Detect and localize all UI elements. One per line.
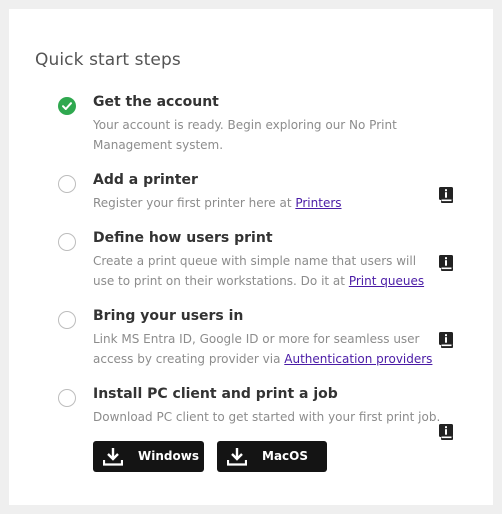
step-description: Link MS Entra ID, Google ID or more for …	[93, 329, 433, 369]
step-description: Download PC client to get started with y…	[93, 410, 441, 424]
step-title: Bring your users in	[93, 308, 244, 324]
step-title: Install PC client and print a job	[93, 386, 338, 402]
step-description-text: Register your first printer here at	[93, 196, 296, 210]
step-title: Define how users print	[93, 230, 273, 246]
empty-circle-icon[interactable]	[58, 389, 76, 407]
macos-label: MacOS	[262, 449, 308, 463]
book-info-icon[interactable]	[439, 424, 453, 440]
book-info-icon[interactable]	[439, 332, 453, 348]
step-description: Your account is ready. Begin exploring o…	[93, 118, 397, 152]
empty-circle-icon[interactable]	[58, 233, 76, 251]
book-info-icon[interactable]	[439, 255, 453, 271]
authentication-providers-link[interactable]: Authentication providers	[284, 352, 432, 366]
download-icon	[227, 448, 247, 466]
download-icon	[103, 448, 123, 466]
quick-start-card: Quick start steps Get the account Your a…	[9, 9, 493, 505]
download-macos-button[interactable]: MacOS	[217, 441, 327, 472]
book-info-icon[interactable]	[439, 187, 453, 203]
step-description: Register your first printer here at Prin…	[93, 193, 433, 213]
printers-link[interactable]: Printers	[295, 196, 341, 210]
download-windows-button[interactable]: Windows	[93, 441, 204, 472]
print-queues-link[interactable]: Print queues	[349, 274, 424, 288]
check-circle-icon	[58, 97, 76, 115]
empty-circle-icon[interactable]	[58, 311, 76, 329]
step-title: Get the account	[93, 94, 219, 110]
windows-label: Windows	[138, 449, 199, 463]
step-description: Create a print queue with simple name th…	[93, 251, 433, 291]
step-title: Add a printer	[93, 172, 198, 188]
empty-circle-icon[interactable]	[58, 175, 76, 193]
card-title: Quick start steps	[35, 50, 181, 70]
